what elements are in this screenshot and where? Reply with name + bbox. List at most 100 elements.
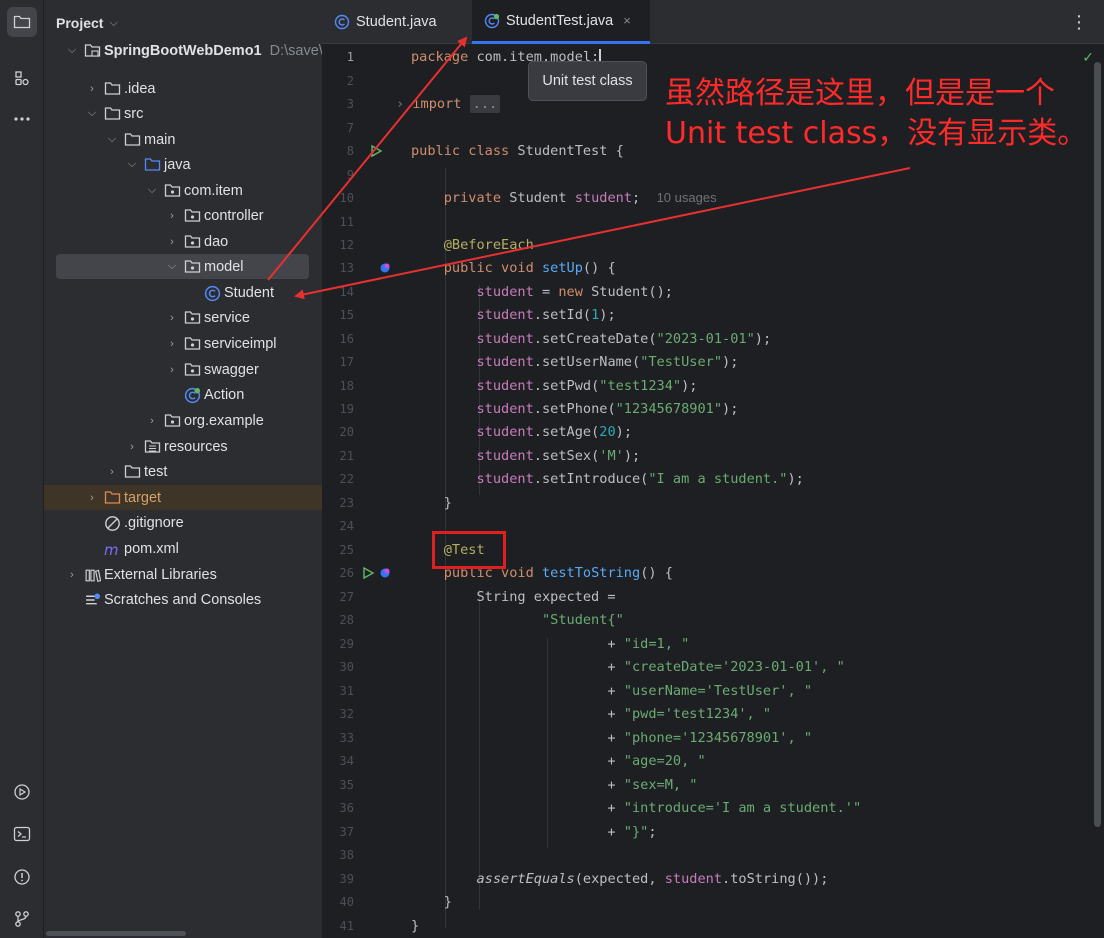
tree-item-java[interactable]: ⌵ java xyxy=(44,152,322,177)
line-number[interactable]: 26 xyxy=(322,566,354,580)
line-number[interactable]: 16 xyxy=(322,332,354,346)
line-number[interactable]: 30 xyxy=(322,660,354,674)
chevron-right-icon[interactable]: › xyxy=(84,492,100,504)
chevron-down-icon[interactable]: ⌵ xyxy=(84,107,100,120)
line-number[interactable]: 17 xyxy=(322,355,354,369)
override-icon[interactable] xyxy=(379,567,391,579)
line-number[interactable]: 34 xyxy=(322,754,354,768)
run-class-icon[interactable] xyxy=(369,144,383,158)
line-number[interactable]: 18 xyxy=(322,379,354,393)
tree-item-scratches-and-consoles[interactable]: Scratches and Consoles xyxy=(44,587,322,612)
chevron-down-icon[interactable]: ⌵ xyxy=(104,133,120,146)
chevron-right-icon[interactable]: › xyxy=(164,312,180,324)
tree-item-target[interactable]: › target xyxy=(44,485,322,510)
problems-icon[interactable] xyxy=(7,862,37,892)
tree-item-external-libraries[interactable]: › External Libraries xyxy=(44,562,322,587)
more-vertical-icon[interactable]: ⋮ xyxy=(1070,12,1088,33)
chevron-right-icon[interactable]: › xyxy=(164,236,180,248)
line-number[interactable]: 10 xyxy=(322,191,354,205)
chevron-down-icon[interactable]: ⌵ xyxy=(144,184,160,197)
code-line: + "introduce='I am a student.'" xyxy=(411,800,862,816)
chevron-right-icon[interactable]: › xyxy=(84,83,100,95)
line-number[interactable]: 29 xyxy=(322,637,354,651)
tree-item-serviceimpl[interactable]: › serviceimpl xyxy=(44,331,322,356)
chevron-right-icon[interactable]: › xyxy=(164,364,180,376)
chevron-right-icon[interactable]: › xyxy=(164,338,180,350)
chevron-right-icon[interactable]: › xyxy=(124,441,140,453)
line-number[interactable]: 27 xyxy=(322,590,354,604)
chevron-down-icon[interactable]: ⌵ xyxy=(164,260,180,273)
more-icon[interactable] xyxy=(7,104,37,134)
line-number[interactable]: 36 xyxy=(322,801,354,815)
line-number[interactable]: 32 xyxy=(322,707,354,721)
line-number[interactable]: 12 xyxy=(322,238,354,252)
line-number[interactable]: 37 xyxy=(322,825,354,839)
line-number[interactable]: 41 xyxy=(322,919,354,933)
line-number[interactable]: 9 xyxy=(322,168,354,182)
line-number[interactable]: 20 xyxy=(322,425,354,439)
tree-item-springbootwebdemo1[interactable]: ⌵ SpringBootWebDemo1 D:\save\ xyxy=(44,38,322,63)
tab-studenttest-java[interactable]: StudentTest.java × xyxy=(472,0,650,44)
line-number[interactable]: 8 xyxy=(322,144,354,158)
chevron-down-icon[interactable]: ⌵ xyxy=(124,158,140,171)
line-number[interactable]: 3 xyxy=(322,97,354,111)
tree-item-com-item[interactable]: ⌵ com.item xyxy=(44,178,322,203)
terminal-icon[interactable] xyxy=(7,819,37,849)
tree-item-model[interactable]: ⌵ model xyxy=(56,254,309,279)
line-number[interactable]: 35 xyxy=(322,778,354,792)
close-icon[interactable]: × xyxy=(623,13,631,28)
tree-item-service[interactable]: › service xyxy=(44,305,322,330)
chevron-right-icon[interactable]: › xyxy=(144,415,160,427)
horizontal-scrollbar[interactable] xyxy=(46,931,186,936)
folder-icon[interactable] xyxy=(7,7,37,37)
git-icon[interactable] xyxy=(7,904,37,934)
tree-item-swagger[interactable]: › swagger xyxy=(44,357,322,382)
folder-icon xyxy=(124,464,141,479)
tree-item-action[interactable]: Action xyxy=(44,382,322,407)
line-number[interactable]: 14 xyxy=(322,285,354,299)
line-number[interactable]: 13 xyxy=(322,261,354,275)
line-number[interactable]: 21 xyxy=(322,449,354,463)
tree-item-main[interactable]: ⌵ main xyxy=(44,127,322,152)
chevron-right-icon[interactable]: › xyxy=(164,210,180,222)
line-number[interactable]: 15 xyxy=(322,308,354,322)
tree-item-student[interactable]: Student xyxy=(44,280,322,305)
chevron-right-icon[interactable]: › xyxy=(104,466,120,478)
run-test-icon[interactable] xyxy=(361,566,375,580)
line-number[interactable]: 28 xyxy=(322,613,354,627)
tree-item-controller[interactable]: › controller xyxy=(44,203,322,228)
tree-item-src[interactable]: ⌵ src xyxy=(44,101,322,126)
line-number[interactable]: 33 xyxy=(322,731,354,745)
line-number[interactable]: 25 xyxy=(322,543,354,557)
tree-item-resources[interactable]: › resources xyxy=(44,434,322,459)
usages-inlay-hint[interactable]: 10 usages xyxy=(657,190,717,205)
check-icon[interactable]: ✓ xyxy=(1082,50,1094,66)
line-number[interactable]: 1 xyxy=(322,50,354,64)
tree-item-org-example[interactable]: › org.example xyxy=(44,408,322,433)
tree-item-pom-xml[interactable]: m pom.xml xyxy=(44,536,322,561)
folded-imports[interactable]: ... xyxy=(469,95,501,113)
override-icon[interactable] xyxy=(379,262,391,274)
vertical-scrollbar[interactable] xyxy=(1094,62,1101,827)
tree-item-idea[interactable]: › .idea xyxy=(44,76,322,101)
line-number[interactable]: 40 xyxy=(322,895,354,909)
line-number[interactable]: 24 xyxy=(322,519,354,533)
line-number[interactable]: 11 xyxy=(322,215,354,229)
structure-icon[interactable] xyxy=(7,63,37,93)
project-header[interactable]: Project ⌵ xyxy=(56,12,118,34)
tree-item-gitignore[interactable]: .gitignore xyxy=(44,510,322,535)
chevron-right-icon[interactable]: › xyxy=(64,569,80,581)
services-icon[interactable] xyxy=(7,777,37,807)
tab-student-java[interactable]: Student.java xyxy=(334,0,437,44)
line-number[interactable]: 38 xyxy=(322,848,354,862)
tree-item-test[interactable]: › test xyxy=(44,459,322,484)
line-number[interactable]: 2 xyxy=(322,74,354,88)
tree-item-dao[interactable]: › dao xyxy=(44,229,322,254)
line-number[interactable]: 19 xyxy=(322,402,354,416)
line-number[interactable]: 23 xyxy=(322,496,354,510)
line-number[interactable]: 31 xyxy=(322,684,354,698)
line-number[interactable]: 7 xyxy=(322,121,354,135)
line-number[interactable]: 22 xyxy=(322,472,354,486)
line-number[interactable]: 39 xyxy=(322,872,354,886)
chevron-down-icon[interactable]: ⌵ xyxy=(64,44,80,57)
